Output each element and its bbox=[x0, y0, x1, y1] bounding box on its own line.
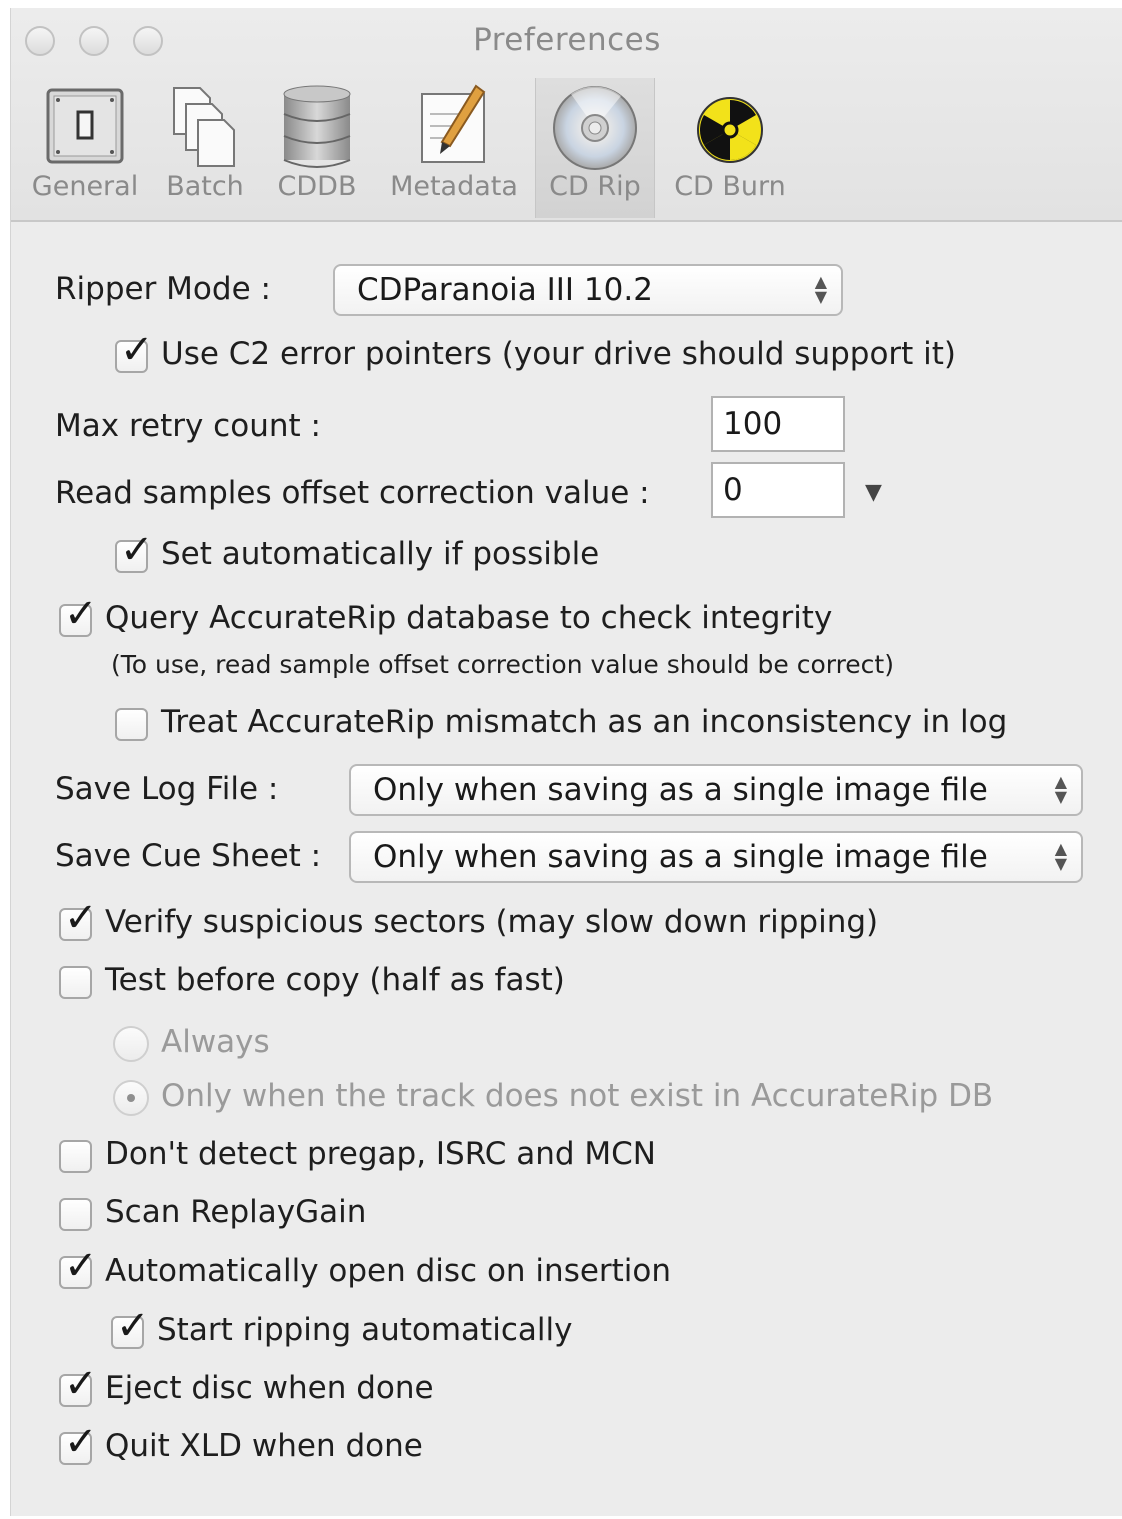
only-when-radio[interactable] bbox=[113, 1080, 149, 1116]
tab-label: Batch bbox=[166, 171, 244, 202]
start-ripping-label: Start ripping automatically bbox=[157, 1312, 573, 1348]
checkmark-icon: ✓ bbox=[64, 1419, 98, 1465]
eject-checkbox[interactable]: ✓ bbox=[59, 1364, 98, 1407]
tab-cd-burn[interactable]: CD Burn bbox=[667, 78, 793, 218]
checkmark-icon: ✓ bbox=[64, 895, 98, 941]
only-when-label: Only when the track does not exist in Ac… bbox=[161, 1078, 994, 1114]
radio-dot-icon bbox=[127, 1094, 135, 1102]
use-c2-label: Use C2 error pointers (your drive should… bbox=[161, 336, 957, 372]
save-log-value: Only when saving as a single image file bbox=[373, 772, 988, 808]
tab-label: CD Burn bbox=[674, 171, 786, 202]
save-cue-value: Only when saving as a single image file bbox=[373, 839, 988, 875]
tab-cddb[interactable]: CDDB bbox=[269, 78, 365, 218]
updown-arrows-icon: ▲ ▼ bbox=[1054, 839, 1067, 873]
ripper-mode-value: CDParanoia III 10.2 bbox=[357, 272, 653, 308]
eject-label: Eject disc when done bbox=[105, 1370, 434, 1406]
save-cue-select[interactable]: Only when saving as a single image file … bbox=[349, 831, 1083, 883]
checkmark-icon: ✓ bbox=[116, 1303, 150, 1349]
tab-general[interactable]: General bbox=[25, 78, 145, 218]
max-retry-value: 100 bbox=[723, 406, 783, 442]
verify-sectors-checkbox[interactable]: ✓ bbox=[59, 898, 98, 941]
switch-icon bbox=[46, 88, 124, 164]
offset-field[interactable]: 0 bbox=[711, 462, 845, 518]
test-before-copy-checkbox[interactable] bbox=[59, 966, 92, 999]
tab-label: Metadata bbox=[390, 171, 518, 202]
use-c2-checkbox[interactable]: ✓ bbox=[115, 330, 154, 373]
auto-open-label: Automatically open disc on insertion bbox=[105, 1253, 672, 1289]
always-radio[interactable] bbox=[113, 1026, 149, 1062]
ripper-mode-label: Ripper Mode : bbox=[55, 271, 271, 307]
set-auto-label: Set automatically if possible bbox=[161, 536, 600, 572]
replaygain-label: Scan ReplayGain bbox=[105, 1194, 367, 1230]
checkmark-icon: ✓ bbox=[120, 527, 154, 573]
save-log-label: Save Log File : bbox=[55, 771, 279, 807]
offset-value: 0 bbox=[723, 472, 743, 508]
start-ripping-checkbox[interactable]: ✓ bbox=[111, 1306, 150, 1349]
combo-dropdown-arrow-icon[interactable]: ▼ bbox=[865, 480, 882, 505]
query-accuraterip-checkbox[interactable]: ✓ bbox=[59, 594, 98, 637]
preferences-window: Preferences General Batch CDDB Metadata … bbox=[10, 8, 1122, 1516]
no-pregap-checkbox[interactable] bbox=[59, 1140, 92, 1173]
checkmark-icon: ✓ bbox=[64, 591, 98, 637]
window-title: Preferences bbox=[473, 22, 661, 58]
tab-batch[interactable]: Batch bbox=[159, 78, 251, 218]
quit-xld-label: Quit XLD when done bbox=[105, 1428, 423, 1464]
ripper-mode-select[interactable]: CDParanoia III 10.2 ▲ ▼ bbox=[333, 264, 843, 316]
auto-open-checkbox[interactable]: ✓ bbox=[59, 1246, 98, 1289]
updown-arrows-icon: ▲ ▼ bbox=[1054, 772, 1067, 806]
updown-arrows-icon: ▲ ▼ bbox=[814, 272, 827, 306]
treat-mismatch-label: Treat AccurateRip mismatch as an inconsi… bbox=[161, 704, 1008, 740]
test-before-copy-label: Test before copy (half as fast) bbox=[105, 962, 565, 998]
tab-label: CDDB bbox=[277, 171, 357, 202]
tab-metadata[interactable]: Metadata bbox=[387, 78, 521, 218]
max-retry-field[interactable]: 100 bbox=[711, 396, 845, 452]
tab-label: General bbox=[31, 171, 139, 202]
toolbar: Preferences General Batch CDDB Metadata … bbox=[11, 8, 1122, 222]
radiation-icon bbox=[697, 97, 763, 163]
no-pregap-label: Don't detect pregap, ISRC and MCN bbox=[105, 1136, 656, 1172]
edit-pencil-icon bbox=[421, 84, 486, 163]
set-auto-checkbox[interactable]: ✓ bbox=[115, 530, 154, 573]
save-log-select[interactable]: Only when saving as a single image file … bbox=[349, 764, 1083, 816]
query-accuraterip-note: (To use, read sample offset correction v… bbox=[111, 650, 894, 679]
cd-disc-icon bbox=[553, 86, 637, 170]
query-accuraterip-label: Query AccurateRip database to check inte… bbox=[105, 600, 833, 636]
max-retry-label: Max retry count : bbox=[55, 408, 321, 444]
database-icon bbox=[283, 85, 351, 168]
checkmark-icon: ✓ bbox=[64, 1243, 98, 1289]
verify-sectors-label: Verify suspicious sectors (may slow down… bbox=[105, 904, 879, 940]
treat-mismatch-checkbox[interactable] bbox=[115, 708, 148, 741]
tab-cd-rip[interactable]: CD Rip bbox=[535, 78, 655, 218]
checkmark-icon: ✓ bbox=[120, 327, 154, 373]
offset-label: Read samples offset correction value : bbox=[55, 475, 650, 511]
always-label: Always bbox=[161, 1024, 270, 1060]
tab-label: CD Rip bbox=[549, 171, 641, 202]
save-cue-label: Save Cue Sheet : bbox=[55, 838, 322, 874]
replaygain-checkbox[interactable] bbox=[59, 1198, 92, 1231]
checkmark-icon: ✓ bbox=[64, 1361, 98, 1407]
quit-xld-checkbox[interactable]: ✓ bbox=[59, 1422, 98, 1465]
documents-icon bbox=[173, 87, 235, 167]
